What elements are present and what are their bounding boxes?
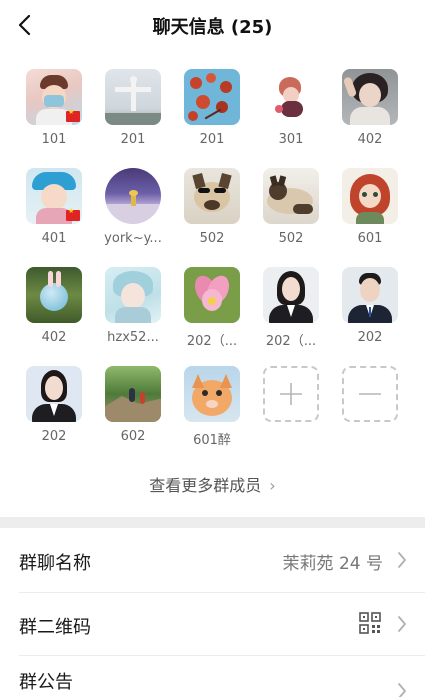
plus-icon: [280, 383, 302, 405]
member-name: 201: [199, 132, 225, 147]
member-name: hzx52...: [107, 330, 159, 345]
view-more-label: 查看更多群成员: [149, 476, 262, 495]
member-name: 502: [278, 231, 304, 246]
member-name: 202（...: [265, 334, 317, 349]
member-avatar: [184, 366, 240, 422]
member-avatar: [184, 267, 240, 323]
member-avatar: [184, 168, 240, 224]
member-name: 301: [278, 132, 304, 147]
member-item[interactable]: 602: [98, 366, 168, 444]
member-name: 402: [41, 330, 67, 345]
member-item[interactable]: 301: [256, 69, 326, 147]
group-notice-row[interactable]: 群公告: [0, 656, 425, 697]
member-avatar: [263, 69, 319, 125]
member-item[interactable]: 502: [256, 168, 326, 246]
member-item[interactable]: 101: [19, 69, 89, 147]
chevron-right-icon: [398, 683, 406, 697]
member-avatar: [26, 267, 82, 323]
member-item[interactable]: 202（...: [256, 267, 326, 349]
add-member[interactable]: [256, 366, 326, 422]
minus-icon: [359, 393, 381, 395]
member-item[interactable]: 202（...: [177, 267, 247, 349]
member-name: 601: [357, 231, 383, 246]
group-name-value: 茉莉苑 24 号: [282, 554, 383, 574]
group-qr-code-label: 群二维码: [19, 617, 91, 638]
member-item[interactable]: 601: [335, 168, 405, 246]
member-name: 502: [199, 231, 225, 246]
member-avatar: [26, 366, 82, 422]
remove-member-button[interactable]: [342, 366, 398, 422]
member-avatar: [105, 366, 161, 422]
member-item[interactable]: york~y...: [98, 168, 168, 246]
member-avatar: [105, 267, 161, 323]
group-qr-code-row[interactable]: 群二维码: [0, 593, 425, 656]
member-name: 601醉: [193, 433, 231, 448]
member-item[interactable]: 202: [335, 267, 405, 345]
member-avatar: [342, 69, 398, 125]
group-notice-label: 群公告: [19, 672, 73, 693]
member-item[interactable]: 201: [177, 69, 247, 147]
member-avatar: [263, 267, 319, 323]
member-name: 401: [41, 231, 67, 246]
member-avatar: [26, 168, 82, 224]
chevron-right-icon: [398, 616, 406, 632]
member-name: 201: [120, 132, 146, 147]
member-avatar: [342, 267, 398, 323]
member-item[interactable]: 402: [335, 69, 405, 147]
remove-member[interactable]: [335, 366, 405, 422]
view-more-members-link[interactable]: 查看更多群成员 ›: [0, 472, 425, 496]
section-divider: [0, 517, 425, 528]
member-avatar: [263, 168, 319, 224]
member-item[interactable]: 401: [19, 168, 89, 246]
member-item[interactable]: 202: [19, 366, 89, 444]
member-item[interactable]: 201: [98, 69, 168, 147]
member-name: 202: [41, 429, 67, 444]
navigation-bar: 聊天信息 (25): [0, 0, 425, 52]
member-name: 202: [357, 330, 383, 345]
member-name: 602: [120, 429, 146, 444]
chevron-right-icon: [398, 552, 406, 568]
qr-code-icon: [359, 612, 381, 634]
member-item[interactable]: hzx52...: [98, 267, 168, 345]
chevron-right-icon: ›: [269, 476, 276, 495]
flag-icon: [66, 207, 80, 221]
add-member-button[interactable]: [263, 366, 319, 422]
member-avatar: [105, 69, 161, 125]
member-item[interactable]: 402: [19, 267, 89, 345]
member-avatar: [184, 69, 240, 125]
member-avatar: [26, 69, 82, 125]
member-item[interactable]: 502: [177, 168, 247, 246]
group-name-row[interactable]: 群聊名称 茉莉苑 24 号: [0, 529, 425, 592]
member-name: york~y...: [104, 231, 162, 246]
member-item[interactable]: 601醉: [177, 366, 247, 448]
member-avatar: [105, 168, 161, 224]
member-name: 202（...: [186, 334, 238, 349]
flag-icon: [66, 108, 80, 122]
member-name: 402: [357, 132, 383, 147]
page-title: 聊天信息 (25): [152, 17, 273, 38]
member-avatar: [342, 168, 398, 224]
group-name-label: 群聊名称: [19, 553, 91, 574]
member-name: 101: [41, 132, 67, 147]
